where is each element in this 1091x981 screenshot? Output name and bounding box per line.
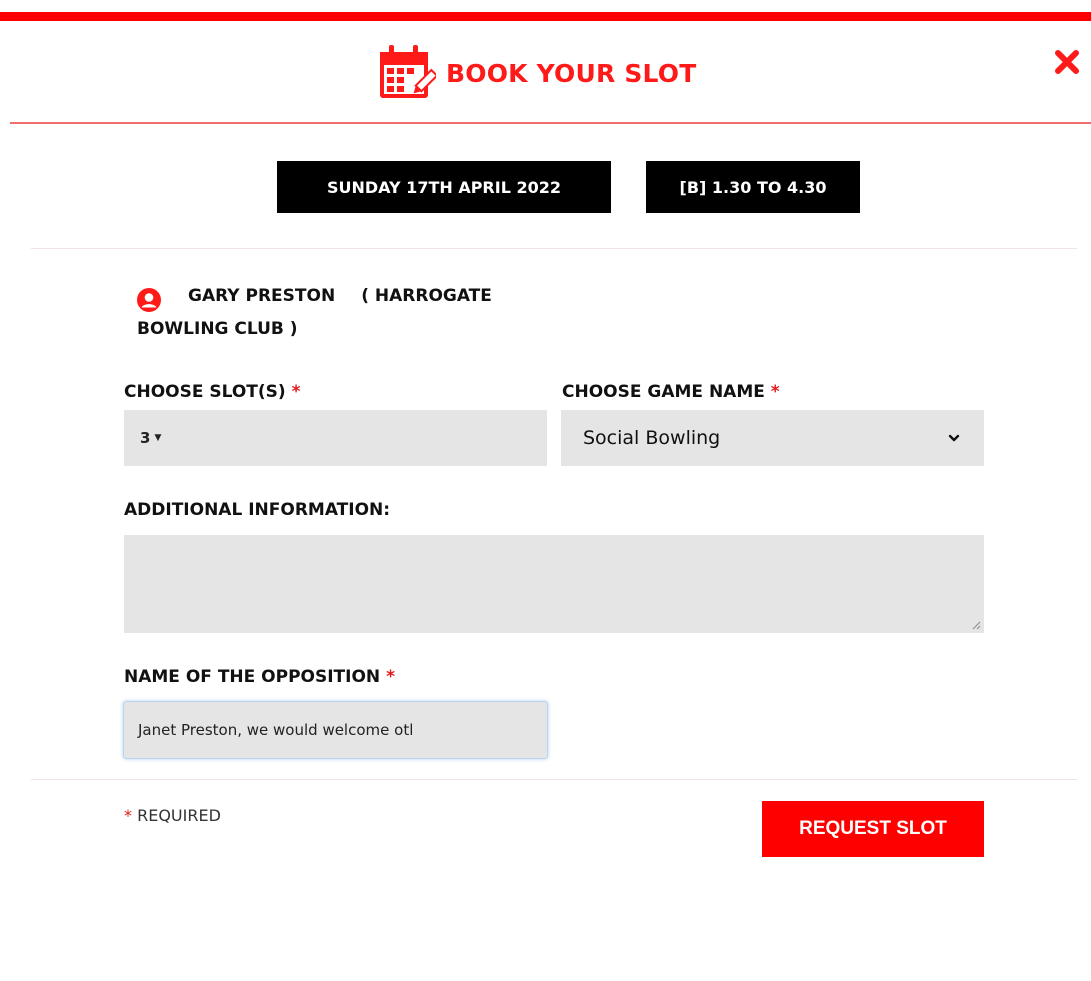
additional-info-textarea[interactable] <box>124 535 984 633</box>
opposition-input[interactable]: Janet Preston, we would welcome otl <box>123 701 548 759</box>
opposition-label: NAME OF THE OPPOSITION * <box>124 667 395 687</box>
choose-slots-label-text: CHOOSE SLOT(S) <box>124 382 286 402</box>
choose-game-label: CHOOSE GAME NAME * <box>562 382 780 402</box>
chevron-down-icon <box>948 434 960 442</box>
opposition-label-text: NAME OF THE OPPOSITION <box>124 667 381 687</box>
choose-slots-label: CHOOSE SLOT(S) * <box>124 382 301 402</box>
calendar-edit-icon <box>380 45 436 98</box>
required-asterisk: * <box>386 667 395 687</box>
user-icon <box>137 288 161 312</box>
user-club-continued: BOWLING CLUB ) <box>137 319 298 339</box>
top-accent-bar <box>0 12 1091 21</box>
additional-info-label: ADDITIONAL INFORMATION: <box>124 500 391 520</box>
slots-select[interactable]: 3 ▼ <box>124 410 547 466</box>
user-club: ( HARROGATE <box>361 286 492 306</box>
section-divider <box>31 248 1077 249</box>
required-asterisk: * <box>124 806 132 825</box>
required-asterisk: * <box>770 382 780 402</box>
date-badge: SUNDAY 17TH APRIL 2022 <box>277 161 611 213</box>
footer-divider <box>31 779 1077 780</box>
resize-handle-icon[interactable] <box>971 620 981 630</box>
required-note: * REQUIRED <box>124 806 221 825</box>
modal-header: BOOK YOUR SLOT <box>0 21 1091 123</box>
user-name: GARY PRESTON <box>188 286 336 306</box>
game-name-select[interactable]: Social Bowling <box>561 410 984 466</box>
choose-game-label-text: CHOOSE GAME NAME <box>562 382 765 402</box>
slots-select-value: 3 <box>140 429 151 447</box>
required-asterisk: * <box>291 382 301 402</box>
modal-title-group: BOOK YOUR SLOT <box>376 43 697 103</box>
user-name-line: GARY PRESTON ( HARROGATE <box>188 286 492 306</box>
modal-title: BOOK YOUR SLOT <box>446 58 697 88</box>
game-name-select-value: Social Bowling <box>583 427 721 449</box>
time-badge: [B] 1.30 TO 4.30 <box>646 161 860 213</box>
caret-down-icon: ▼ <box>154 433 162 443</box>
header-divider <box>10 122 1091 124</box>
request-slot-button[interactable]: REQUEST SLOT <box>762 801 984 857</box>
close-icon[interactable] <box>1052 47 1082 77</box>
required-note-text: REQUIRED <box>137 806 221 825</box>
